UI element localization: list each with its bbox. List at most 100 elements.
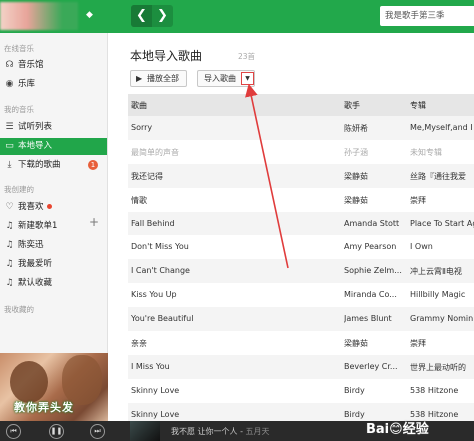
song-singer[interactable]: Birdy	[344, 386, 406, 395]
song-title: I Can't Change	[131, 266, 190, 276]
song-title: 情歌	[131, 195, 147, 205]
sidebar-item-library[interactable]: ◉ 乐库	[0, 76, 107, 93]
song-album[interactable]: Grammy Nomin	[410, 314, 474, 323]
song-album[interactable]: 崇拜	[410, 338, 474, 349]
song-album[interactable]: 冲上云霄Ⅱ电视	[410, 266, 474, 277]
table-row[interactable]: You're Beautiful James Blunt Grammy Nomin	[128, 307, 474, 332]
import-songs-button[interactable]: 导入歌曲 ▼	[197, 70, 255, 87]
song-singer[interactable]: 梁静茹	[344, 171, 406, 182]
pause-icon[interactable]: ❚❚	[49, 424, 64, 439]
play-all-label: 播放全部	[147, 74, 179, 83]
sidebar-item-music-hall[interactable]: ☊ 音乐馆	[0, 57, 107, 74]
song-title: Kiss You Up	[131, 290, 177, 300]
table-row[interactable]: Sorry 陈妍希 Me,Myself,and I	[128, 116, 474, 140]
sidebar-item-default-collection[interactable]: ♫ 默认收藏	[0, 275, 107, 292]
table-row[interactable]: Don't Miss You Amy Pearson I Own	[128, 235, 474, 259]
sidebar-item-playlist-most-loved[interactable]: ♫ 我最爱听	[0, 256, 107, 273]
table-row[interactable]: Kiss You Up Miranda Co... Hillbilly Magic	[128, 283, 474, 307]
sidebar-item-label: 音乐馆	[18, 60, 44, 70]
sidebar-item-label: 陈奕迅	[18, 240, 44, 250]
song-album[interactable]: Hillbilly Magic	[410, 290, 474, 299]
sidebar-item-playlist-new1[interactable]: ♫ 新建歌单1	[0, 218, 107, 235]
album-art-shape	[62, 355, 102, 405]
song-singer[interactable]: 梁静茹	[344, 195, 406, 206]
song-album[interactable]: Place To Start Ag	[410, 219, 474, 228]
page-title: 本地导入歌曲	[130, 49, 203, 63]
table-row[interactable]: Fall Behind Amanda Stott Place To Start Ag	[128, 211, 474, 236]
sidebar-item-playlist-eason[interactable]: ♫ 陈奕迅	[0, 237, 107, 254]
song-album[interactable]: 世界上最动听的	[410, 362, 474, 373]
table-row[interactable]: I Can't Change Sophie Zelm... 冲上云霄Ⅱ电视	[128, 259, 474, 284]
song-album[interactable]: Me,Myself,and I	[410, 123, 474, 132]
song-singer[interactable]: Miranda Co...	[344, 290, 406, 299]
song-title: Fall Behind	[131, 218, 175, 228]
previous-icon[interactable]: ⏮	[6, 424, 21, 439]
song-title: You're Beautiful	[131, 314, 194, 324]
search-input[interactable]: 我是歌手第三季	[380, 6, 474, 26]
download-icon: ⤓	[7, 160, 12, 170]
forward-button[interactable]: ❯	[152, 5, 173, 27]
note-icon: ♫	[5, 259, 14, 269]
song-singer[interactable]: Amanda Stott	[344, 219, 406, 228]
table-row[interactable]: Skinny Love Birdy 538 Hitzone	[128, 379, 474, 403]
note-icon: ♫	[5, 240, 14, 250]
baidu-jingyan-watermark: Bai😊经验	[366, 422, 429, 437]
now-playing-info: 我不愿 让你一个人 - 五月天	[171, 427, 270, 436]
table-row[interactable]: 亲亲 梁静茹 崇拜	[128, 331, 474, 355]
sidebar-item-local-import[interactable]: ▭ 本地导入	[0, 138, 107, 155]
song-singer[interactable]: Sophie Zelm...	[344, 266, 406, 275]
next-icon[interactable]: ⏭	[90, 424, 105, 439]
section-online-music: 在线音乐	[4, 44, 34, 53]
table-row[interactable]: 我还记得 梁静茹 丝路『通往我爱	[128, 163, 474, 188]
table-row[interactable]: I Miss You Beverley Cr... 世界上最动听的	[128, 354, 474, 379]
heart-icon: ♡	[5, 202, 14, 212]
now-playing-title: 我不愿 让你一个人	[171, 427, 238, 436]
sidebar-item-trial-list[interactable]: ☰ 试听列表	[0, 119, 107, 136]
sidebar-item-label: 乐库	[18, 79, 36, 89]
song-singer[interactable]: 梁静茹	[344, 338, 406, 349]
mini-cover-art[interactable]	[130, 421, 160, 441]
song-singer[interactable]: Beverley Cr...	[344, 362, 406, 371]
headphone-icon: ☊	[5, 60, 14, 70]
song-title: 最简单的声音	[131, 147, 179, 157]
import-songs-label: 导入歌曲	[204, 74, 236, 83]
user-avatar[interactable]	[0, 2, 78, 30]
table-row[interactable]: 最简单的声音 孙子涵 未知专辑	[128, 140, 474, 164]
song-singer[interactable]: Amy Pearson	[344, 242, 406, 251]
vip-diamond-icon[interactable]: ◆	[86, 10, 93, 20]
now-playing-album-art[interactable]: 教你弄头发	[0, 353, 108, 421]
song-title: I Miss You	[131, 361, 170, 371]
sidebar-item-downloads[interactable]: ⤓ 下载的歌曲 1	[0, 157, 107, 174]
play-all-button[interactable]: ▶ 播放全部	[130, 70, 187, 87]
song-album[interactable]: 538 Hitzone	[410, 386, 474, 395]
song-singer[interactable]: 陈妍希	[344, 123, 406, 134]
sidebar-item-label: 本地导入	[18, 141, 53, 151]
table-header: 歌曲 歌手 专辑	[128, 94, 474, 116]
note-icon: ♫	[5, 221, 14, 231]
song-title: Skinny Love	[131, 385, 180, 395]
column-header-album[interactable]: 专辑	[410, 100, 426, 111]
sidebar-item-favorites[interactable]: ♡ 我喜欢	[0, 199, 107, 216]
column-header-song[interactable]: 歌曲	[131, 100, 147, 111]
song-album[interactable]: 崇拜	[410, 195, 474, 206]
song-singer[interactable]: 孙子涵	[344, 147, 406, 158]
song-album[interactable]: I Own	[410, 242, 474, 251]
table-row[interactable]: 情歌 梁静茹 崇拜	[128, 188, 474, 212]
sidebar-item-label: 默认收藏	[18, 278, 53, 288]
sidebar-item-label: 新建歌单1	[18, 221, 58, 231]
song-album[interactable]: 丝路『通往我爱	[410, 171, 474, 182]
back-button[interactable]: ❮	[131, 5, 152, 27]
song-singer[interactable]: James Blunt	[344, 314, 406, 323]
sidebar: 在线音乐 ☊ 音乐馆 ◉ 乐库 我的音乐 ☰ 试听列表 ▭ 本地导入 ⤓ 下载的…	[0, 33, 108, 353]
monitor-icon: ▭	[5, 141, 14, 151]
song-album[interactable]: 未知专辑	[410, 147, 474, 158]
play-icon: ▶	[136, 74, 143, 83]
column-header-singer[interactable]: 歌手	[344, 100, 360, 111]
chevron-down-icon[interactable]: ▼	[241, 72, 254, 85]
album-art-shape	[10, 361, 48, 403]
song-title: 亲亲	[131, 339, 147, 349]
now-playing-artist[interactable]: 五月天	[246, 427, 270, 436]
section-collected: 我收藏的	[4, 305, 34, 314]
note-icon: ♫	[5, 278, 14, 288]
song-title: Skinny Love	[131, 409, 180, 419]
